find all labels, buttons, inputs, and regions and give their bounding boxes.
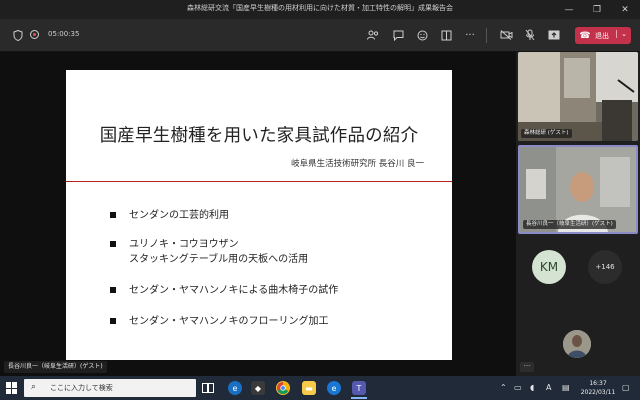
presenter-name-tag: 長谷川良一（岐阜生活研）(ゲスト) [4,361,107,373]
bullet-square-icon [110,241,116,247]
bullet-text: ユリノキ・コウヨウザン [129,239,239,250]
taskbar-clock[interactable]: 16:37 2022/03/11 [578,379,618,397]
windows-start-icon[interactable] [6,382,18,394]
bullet-text: センダンの工芸的利用 [129,210,229,221]
bullet-square-icon [110,318,116,324]
task-view-icon[interactable] [201,381,215,395]
meeting-timer: 05:00:35 [48,30,80,38]
chevron-down-icon[interactable]: ⌄ [616,30,627,38]
volume-icon[interactable]: ◖ [530,383,534,392]
record-icon [30,30,39,39]
slide-presenter: 岐阜県生活技術研究所 長谷川 良一 [291,159,424,169]
reactions-icon[interactable] [414,27,430,43]
leave-label: 退出 [595,31,609,40]
share-icon[interactable] [546,27,562,43]
shield-icon[interactable] [10,27,26,43]
clock-date: 2022/03/11 [580,389,616,396]
bullet-text: スタッキングテーブル用の天板への活用 [129,254,309,265]
ime-icon[interactable]: A [546,383,551,392]
toolbar-separator [486,28,487,43]
rooms-icon[interactable] [438,27,454,43]
app-tray-icon[interactable]: ▤ [562,383,570,392]
more-participants-count[interactable]: +146 [588,250,622,284]
network-icon[interactable]: ▭ [514,383,522,392]
panel-more-button[interactable]: ··· [520,362,534,372]
video-tile-speaker[interactable]: 長谷川良一（岐阜生活研）(ゲスト) [518,145,638,234]
room-video [518,52,638,141]
presentation-slide: 国産早生樹種を用いた家具試作品の紹介 岐阜県生活技術研究所 長谷川 良一 センダ… [66,70,452,360]
bullet-text: センダン・ヤマハンノキのフローリング加工 [129,316,329,327]
chat-icon[interactable] [390,27,406,43]
meeting-toolbar: 05:00:35 ··· ☎ 退出 ⌄ [0,19,640,52]
notification-icon[interactable]: ▢ [622,383,630,392]
leave-button[interactable]: ☎ 退出 ⌄ [575,27,631,44]
windows-taskbar: ⌕ ここに入力して検索 e ◆ ▬ e T ⌃ ▭ ◖ A ▤ 16:37 20… [0,376,640,400]
chevron-up-icon[interactable]: ⌃ [500,383,507,392]
video-tile-host[interactable]: 森林総研 (ゲスト) [518,52,638,141]
close-button[interactable]: ✕ [612,0,638,19]
teams-icon[interactable]: T [352,381,366,395]
bullet-text: センダン・ヤマハンノキによる曲木椅子の試作 [129,285,339,296]
title-bar: 森林総研交流「国産早生樹種の用材利用に向けた材質・加工特性の解明」成果報告会 —… [0,0,640,19]
window-title: 森林総研交流「国産早生樹種の用材利用に向けた材質・加工特性の解明」成果報告会 [187,4,453,12]
participant-photo-avatar[interactable] [563,330,591,358]
file-explorer-icon[interactable]: ▬ [302,381,316,395]
search-icon: ⌕ [31,382,37,392]
camera-off-icon[interactable] [498,27,514,43]
mic-icon[interactable] [522,27,538,43]
active-app-indicator [351,397,367,399]
clock-time: 16:37 [589,380,607,387]
participant-name-label: 森林総研 (ゲスト) [521,129,572,138]
participant-initials-avatar[interactable]: KM [532,250,566,284]
edge-browser-icon[interactable]: e [228,381,242,395]
taskbar-search-input[interactable]: ⌕ ここに入力して検索 [24,379,196,397]
bullet-square-icon [110,212,116,218]
participants-icon[interactable] [365,27,381,43]
edge-legacy-icon[interactable]: e [327,381,341,395]
minimize-button[interactable]: — [556,0,582,19]
search-placeholder: ここに入力して検索 [50,384,113,392]
bullet-square-icon [110,287,116,293]
slide-title: 国産早生樹種を用いた家具試作品の紹介 [99,126,419,146]
chrome-icon[interactable] [276,381,290,395]
shared-content-stage: 国産早生樹種を用いた家具試作品の紹介 岐阜県生活技術研究所 長谷川 良一 センダ… [0,52,516,376]
slide-divider [66,181,452,182]
restore-button[interactable]: ❐ [584,0,610,19]
phone-icon: ☎ [579,30,591,41]
teams-meeting-window: 森林総研交流「国産早生樹種の用材利用に向けた材質・加工特性の解明」成果報告会 —… [0,0,640,400]
more-icon[interactable]: ··· [462,27,478,43]
app-icon[interactable]: ◆ [251,381,265,395]
participant-name-label: 長谷川良一（岐阜生活研）(ゲスト) [523,220,616,229]
participants-panel: 森林総研 (ゲスト) 長谷川良一（岐阜生活研）(ゲスト) KM +146 ··· [516,52,640,376]
